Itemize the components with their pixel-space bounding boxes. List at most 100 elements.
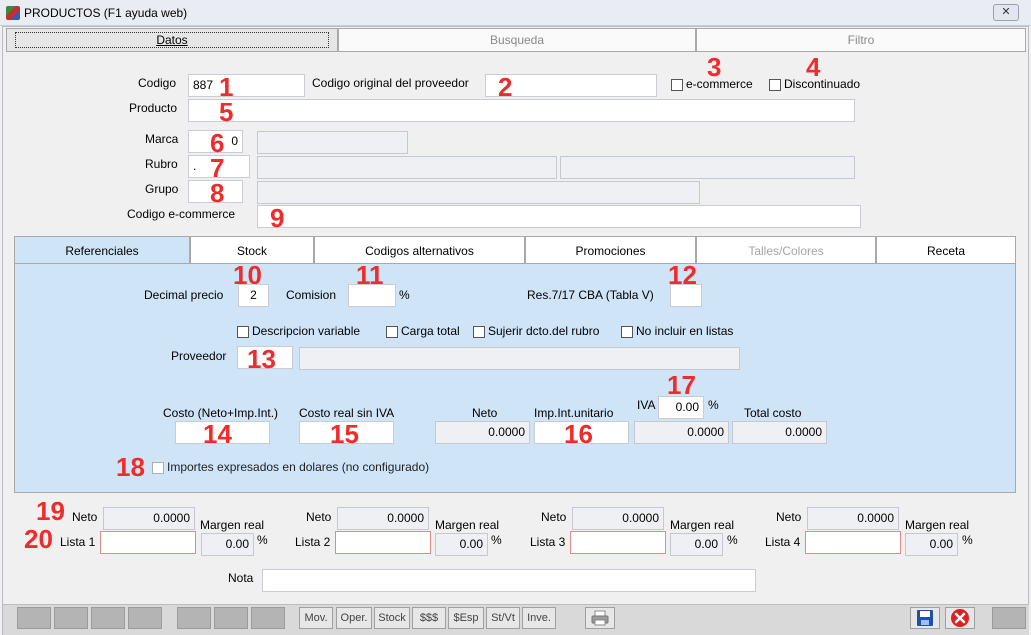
carga-total-checkbox[interactable]: Carga total xyxy=(386,324,460,338)
marker-2: 2 xyxy=(498,72,513,102)
lista2-input[interactable] xyxy=(335,531,431,554)
add-button[interactable] xyxy=(177,607,211,629)
sugerir-dcto-label: Sujerir dcto.del rubro xyxy=(488,324,600,338)
decimal-precio-input[interactable]: 2 xyxy=(238,284,269,307)
save-button[interactable] xyxy=(910,607,940,629)
marca-description xyxy=(257,131,408,154)
oper-button[interactable]: Oper. xyxy=(336,607,372,629)
rubro-description-2 xyxy=(560,156,855,179)
lista2-margen-label: Margen real xyxy=(435,518,500,532)
close-button[interactable]: ✕ xyxy=(993,4,1019,21)
discontinuado-checkbox[interactable]: Discontinuado xyxy=(769,77,860,91)
no-incluir-listas-checkbox[interactable]: No incluir en listas xyxy=(621,324,733,338)
tab-datos-label: Datos xyxy=(15,32,329,48)
descripcion-variable-checkbox[interactable]: Descripcion variable xyxy=(237,324,360,338)
lista2-neto-value: 0.0000 xyxy=(337,507,429,530)
tab-busqueda[interactable]: Busqueda xyxy=(338,28,696,52)
iva-input[interactable]: 0.00 xyxy=(658,396,704,419)
sugerir-dcto-check[interactable] xyxy=(473,325,485,338)
marker-14: 14 xyxy=(203,419,232,449)
comision-pct: % xyxy=(399,288,410,302)
costo-real-label: Costo real sin IVA xyxy=(299,406,395,420)
edit-button[interactable] xyxy=(214,607,248,629)
lista4-margen-label: Margen real xyxy=(905,518,970,532)
tab-referenciales[interactable]: Referenciales xyxy=(14,236,190,266)
codigo-input[interactable]: 887 xyxy=(188,74,305,97)
lista1-neto-value: 0.0000 xyxy=(103,507,195,530)
nota-label: Nota xyxy=(228,571,254,585)
nav-first-button[interactable] xyxy=(17,607,51,629)
window-title: PRODUCTOS (F1 ayuda web) xyxy=(24,6,188,20)
pesos-especial-button[interactable]: $Esp xyxy=(448,607,484,629)
tab-talles-colores[interactable]: Talles/Colores xyxy=(696,236,876,264)
tab-receta[interactable]: Receta xyxy=(876,236,1016,264)
marker-18: 18 xyxy=(116,452,145,482)
lista3-margen-label: Margen real xyxy=(670,518,735,532)
ecommerce-label: e-commerce xyxy=(686,77,753,91)
iva-pct: % xyxy=(708,398,719,412)
stvt-button[interactable]: St/Vt xyxy=(486,607,520,629)
lista3-neto-value: 0.0000 xyxy=(572,507,664,530)
carga-total-label: Carga total xyxy=(401,324,460,338)
stock-button[interactable]: Stock xyxy=(374,607,410,629)
lista4-pct: % xyxy=(962,533,973,547)
extra-button[interactable] xyxy=(992,607,1026,629)
grupo-description xyxy=(257,181,700,204)
producto-input[interactable] xyxy=(188,99,855,122)
marker-15: 15 xyxy=(330,419,359,449)
dolares-checkbox[interactable]: Importes expresados en dolares (no confi… xyxy=(152,460,429,474)
tab-codigos-alternativos[interactable]: Codigos alternativos xyxy=(314,236,525,264)
lista3-input[interactable] xyxy=(570,531,666,554)
proveedor-description xyxy=(299,347,740,370)
iva-total-value: 0.0000 xyxy=(634,421,729,444)
lista1-margen-label: Margen real xyxy=(200,518,265,532)
marker-16: 16 xyxy=(564,419,593,449)
dolares-check[interactable] xyxy=(152,461,164,474)
lista2-neto-label: Neto xyxy=(306,510,332,524)
rubro-description xyxy=(257,156,557,179)
tab-filtro[interactable]: Filtro xyxy=(696,28,1026,52)
no-incluir-listas-check[interactable] xyxy=(621,325,633,338)
ecommerce-check[interactable] xyxy=(671,78,683,91)
lista3-neto-label: Neto xyxy=(541,510,567,524)
descripcion-variable-label: Descripcion variable xyxy=(252,324,361,338)
dolares-label: Importes expresados en dolares (no confi… xyxy=(167,460,430,474)
discontinuado-check[interactable] xyxy=(769,78,781,91)
total-costo-value: 0.0000 xyxy=(732,421,827,444)
delete-button[interactable] xyxy=(251,607,285,629)
proveedor-label: Proveedor xyxy=(171,349,227,363)
lista2-margen-value: 0.00 xyxy=(435,533,488,556)
nav-last-button[interactable] xyxy=(128,607,162,629)
marker-9: 9 xyxy=(270,203,285,233)
nota-input[interactable] xyxy=(262,569,756,592)
mov-button[interactable]: Mov. xyxy=(299,607,333,629)
res-cba-input[interactable] xyxy=(670,284,702,307)
lista1-input[interactable] xyxy=(100,531,196,554)
imp-int-label: Imp.Int.unitario xyxy=(534,406,614,420)
print-icon xyxy=(591,610,609,626)
lista3-label: Lista 3 xyxy=(530,535,566,549)
tab-datos[interactable]: Datos xyxy=(6,28,338,52)
inve-button[interactable]: Inve. xyxy=(522,607,556,629)
comision-label: Comision xyxy=(286,288,337,302)
marker-19: 19 xyxy=(36,496,65,526)
codigo-ecommerce-input[interactable] xyxy=(257,205,861,228)
lista4-margen-value: 0.00 xyxy=(905,533,958,556)
pesos-button[interactable]: $$$ xyxy=(412,607,446,629)
comision-input[interactable] xyxy=(348,284,396,307)
descripcion-variable-check[interactable] xyxy=(237,325,249,338)
nav-next-button[interactable] xyxy=(91,607,125,629)
marker-20: 20 xyxy=(24,524,53,554)
lista4-input[interactable] xyxy=(805,531,901,554)
save-icon xyxy=(917,610,933,626)
discontinuado-label: Discontinuado xyxy=(784,77,861,91)
cancel-button[interactable] xyxy=(945,607,975,629)
ecommerce-checkbox[interactable]: e-commerce xyxy=(671,77,753,91)
nav-prev-button[interactable] xyxy=(54,607,88,629)
print-button[interactable] xyxy=(585,607,615,629)
carga-total-check[interactable] xyxy=(386,325,398,338)
rubro-label: Rubro xyxy=(145,157,178,171)
no-incluir-listas-label: No incluir en listas xyxy=(636,324,734,338)
lista3-margen-value: 0.00 xyxy=(670,533,723,556)
sugerir-dcto-checkbox[interactable]: Sujerir dcto.del rubro xyxy=(473,324,599,338)
